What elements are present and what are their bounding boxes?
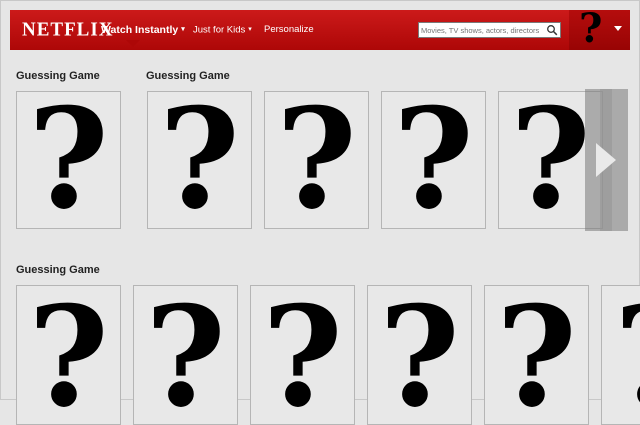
row-title: Guessing Game (16, 264, 100, 276)
search-icon[interactable] (546, 24, 558, 36)
title-tile[interactable]: ? (381, 91, 486, 229)
chevron-right-icon (596, 143, 616, 177)
question-mark-boxart: ? (159, 91, 240, 229)
profile-avatar: ? (579, 5, 603, 52)
nav-watch-instantly-label: Watch Instantly (101, 24, 179, 36)
nav-personalize[interactable]: Personalize (264, 10, 314, 50)
nav-just-for-kids-label: Just for Kids (193, 24, 246, 36)
row-title: Guessing Game (16, 70, 100, 82)
nav-watch-instantly[interactable]: Watch Instantly ▾ (101, 10, 185, 50)
active-nav-pointer (126, 40, 140, 47)
caret-down-icon: ▾ (248, 26, 252, 33)
title-tile[interactable]: ? (16, 285, 121, 425)
question-mark-boxart: ? (276, 91, 357, 229)
nav-just-for-kids[interactable]: Just for Kids ▾ (193, 10, 252, 50)
title-tile[interactable]: ? (147, 91, 252, 229)
question-mark-boxart: ? (379, 285, 460, 425)
title-tile[interactable]: ? (264, 91, 369, 229)
search-box (418, 22, 561, 38)
title-tile[interactable]: ? (367, 285, 472, 425)
profile-menu[interactable]: ? (569, 6, 630, 52)
title-tile[interactable]: ? (484, 285, 589, 425)
question-mark-boxart: ? (496, 285, 577, 425)
title-tile[interactable]: ? (16, 91, 121, 229)
netflix-logo[interactable]: NETFLIX (22, 18, 113, 41)
search-input[interactable] (419, 23, 547, 37)
question-mark-boxart: ? (262, 285, 343, 425)
question-mark-boxart: ? (602, 286, 640, 424)
title-tile[interactable]: ? (601, 285, 640, 425)
row-next-button[interactable] (585, 89, 628, 231)
chevron-down-icon (614, 26, 622, 31)
nav-personalize-label: Personalize (264, 24, 314, 35)
top-nav-bar: NETFLIX Watch Instantly ▾ Just for Kids ▾ … (10, 6, 630, 52)
question-mark-boxart: ? (28, 91, 109, 229)
row-title: Guessing Game (146, 70, 230, 82)
question-mark-boxart: ? (393, 91, 474, 229)
caret-down-icon: ▾ (181, 26, 185, 34)
question-mark-boxart: ? (145, 285, 226, 425)
title-tile[interactable]: ? (250, 285, 355, 425)
title-tile[interactable]: ? (133, 285, 238, 425)
question-mark-boxart: ? (28, 285, 109, 425)
